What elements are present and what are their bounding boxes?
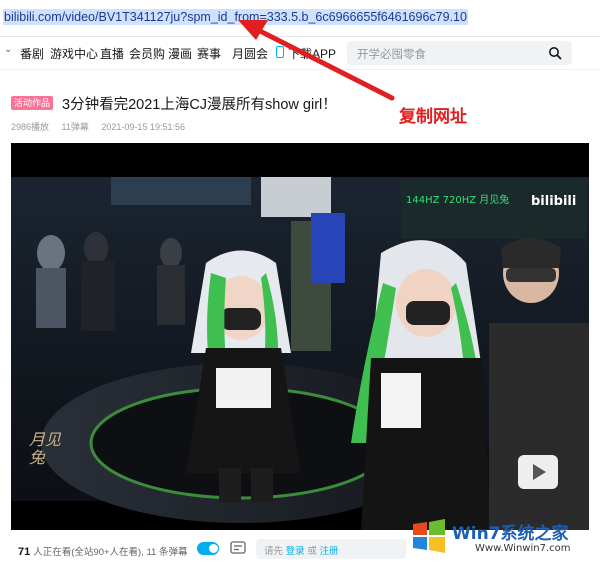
nav-divider bbox=[0, 69, 600, 70]
video-meta: 2986播放 11弹幕 2021-09-15 19:51:56 bbox=[11, 120, 195, 133]
search-button[interactable] bbox=[538, 41, 572, 65]
windows-logo-icon bbox=[413, 519, 445, 553]
video-title: 3分钟看完2021上海CJ漫展所有show girl！ bbox=[62, 97, 337, 113]
nav-item-mall[interactable]: 会员购 bbox=[129, 45, 165, 62]
view-count: 2986播放 bbox=[11, 122, 50, 132]
nav-item-game-center[interactable]: 游戏中心 bbox=[50, 45, 98, 62]
play-button[interactable] bbox=[518, 455, 558, 489]
register-link[interactable]: 注册 bbox=[319, 546, 338, 557]
booth-brand: bilibili bbox=[531, 194, 576, 209]
watermark-brand: Win7系统之家 bbox=[452, 524, 569, 544]
publish-date: 2021-09-15 19:51:56 bbox=[101, 122, 185, 132]
prompt-prefix: 请先 bbox=[264, 546, 284, 557]
annotation-label: 复制网址 bbox=[399, 107, 467, 126]
video-frame: 144HZ 720HZ 月见兔 bilibili bbox=[11, 143, 589, 530]
chevron-down-icon[interactable]: ⌄ bbox=[4, 44, 16, 58]
video-player[interactable]: 144HZ 720HZ 月见兔 bilibili 月见兔 bbox=[11, 143, 589, 530]
search-icon bbox=[549, 47, 562, 60]
login-link[interactable]: 登录 bbox=[286, 546, 305, 557]
phone-icon bbox=[276, 46, 284, 58]
nav-item-manga[interactable]: 漫画 bbox=[168, 45, 192, 62]
nav-item-moon-festival[interactable]: 月圆会 bbox=[232, 45, 268, 62]
nav-item-live[interactable]: 直播 bbox=[100, 45, 124, 62]
browser-address-bar[interactable]: bilibili.com/video/BV1T341127ju?spm_id_f… bbox=[0, 0, 600, 37]
danmaku-count: 11弹幕 bbox=[61, 122, 89, 132]
watermark-url: Www.Winwin7.com bbox=[475, 543, 571, 554]
danmaku-input[interactable]: 请先 登录 或 注册 bbox=[256, 539, 406, 559]
danmaku-settings-icon[interactable] bbox=[230, 541, 246, 555]
activity-tag[interactable]: 活动作品 bbox=[11, 96, 54, 110]
search-input[interactable]: 开学必囤零食 bbox=[357, 46, 426, 62]
nav-item-bangumi[interactable]: 番剧 bbox=[20, 45, 44, 62]
booth-sign: 144HZ 720HZ 月见兔 bbox=[406, 193, 509, 206]
player-seal-watermark: 月见兔 bbox=[29, 430, 62, 467]
online-text: 人正在看(全站90+人在看), 11 条弹幕 bbox=[33, 547, 188, 558]
danmaku-toggle[interactable] bbox=[197, 542, 219, 555]
online-count: 71 bbox=[18, 546, 31, 558]
danmaku-prompt: 请先 登录 或 注册 bbox=[264, 543, 338, 557]
search-box[interactable]: 开学必囤零食 bbox=[347, 41, 572, 65]
address-url[interactable]: bilibili.com/video/BV1T341127ju?spm_id_f… bbox=[3, 9, 468, 25]
or-text: 或 bbox=[307, 546, 317, 557]
nav-item-download-app[interactable]: 下载APP bbox=[288, 45, 336, 62]
nav-item-esports[interactable]: 赛事 bbox=[197, 45, 221, 62]
online-info: 71 人正在看(全站90+人在看), 11 条弹幕 bbox=[18, 544, 187, 558]
